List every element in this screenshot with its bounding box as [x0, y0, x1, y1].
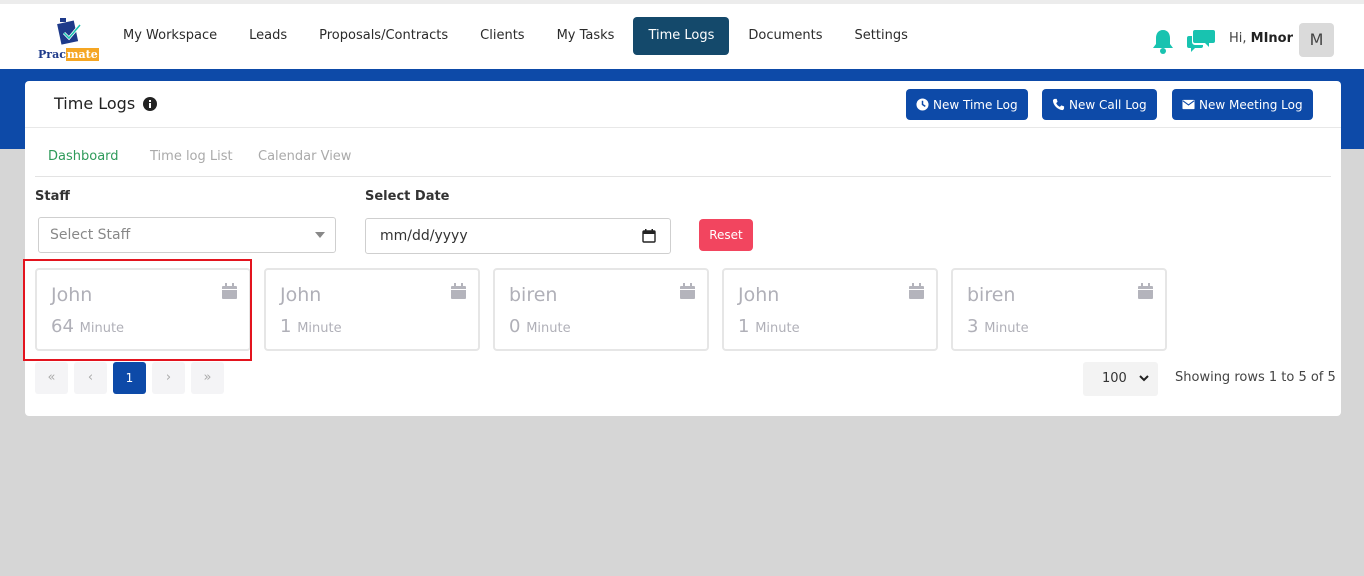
view-tabs: Dashboard Time log List Calendar View [35, 129, 1331, 177]
tab-calendar-view[interactable]: Calendar View [258, 149, 351, 164]
tile-minutes-value: 1 [280, 316, 292, 337]
avatar[interactable]: M [1299, 23, 1334, 57]
staff-time-tile[interactable]: John 1 Minute [722, 268, 938, 351]
chevron-down-icon [1139, 375, 1149, 382]
logo-wordmark: Pracmate [38, 48, 99, 61]
nav-item-leads[interactable]: Leads [236, 17, 300, 55]
tile-minutes: 1 Minute [738, 316, 800, 337]
calendar-icon [680, 283, 695, 299]
tile-minutes: 64 Minute [51, 316, 124, 337]
rows-per-page-value: 100 [1102, 371, 1127, 386]
staff-time-tile[interactable]: biren 3 Minute [951, 268, 1167, 351]
pagination-summary: Showing rows 1 to 5 of 5 [1175, 370, 1336, 385]
phone-icon [1052, 98, 1065, 111]
tile-staff-name: biren [509, 284, 558, 306]
nav-item-my-tasks[interactable]: My Tasks [544, 17, 628, 55]
bell-icon[interactable] [1151, 28, 1175, 54]
tile-minutes-value: 3 [967, 316, 979, 337]
staff-time-tile[interactable]: John 64 Minute [35, 268, 251, 351]
staff-label: Staff [35, 189, 70, 204]
calendar-icon [1138, 283, 1153, 299]
tab-dashboard[interactable]: Dashboard [48, 149, 119, 164]
staff-time-tile[interactable]: John 1 Minute [264, 268, 480, 351]
tile-minutes-value: 64 [51, 316, 74, 337]
tile-minutes-unit: Minute [984, 321, 1029, 336]
calendar-icon[interactable] [642, 229, 656, 243]
main-nav: My Workspace Leads Proposals/Contracts C… [110, 17, 927, 55]
last-page-button[interactable]: » [191, 362, 224, 394]
page-button-1[interactable]: 1 [113, 362, 146, 394]
staff-select-placeholder: Select Staff [50, 227, 131, 243]
new-call-log-label: New Call Log [1069, 97, 1147, 112]
top-navbar: Pracmate My Workspace Leads Proposals/Co… [0, 0, 1364, 69]
next-page-button[interactable]: › [152, 362, 185, 394]
calendar-icon [451, 283, 466, 299]
tile-minutes-unit: Minute [79, 321, 125, 336]
tab-time-log-list[interactable]: Time log List [150, 149, 233, 164]
new-call-log-button[interactable]: New Call Log [1042, 89, 1157, 120]
logo-word-part1: Prac [38, 48, 66, 61]
new-time-log-label: New Time Log [933, 97, 1018, 112]
new-meeting-log-button[interactable]: New Meeting Log [1172, 89, 1313, 120]
new-time-log-button[interactable]: New Time Log [906, 89, 1028, 120]
pracmate-logo[interactable]: Pracmate [38, 18, 102, 66]
tile-minutes: 1 Minute [280, 316, 342, 337]
date-input-placeholder: mm/dd/yyyy [380, 228, 468, 244]
reset-button[interactable]: Reset [699, 219, 753, 251]
staff-select[interactable]: Select Staff [38, 217, 336, 253]
date-input[interactable]: mm/dd/yyyy [365, 218, 671, 254]
info-icon[interactable] [143, 97, 157, 111]
tile-minutes-unit: Minute [755, 321, 800, 336]
tile-minutes: 3 Minute [967, 316, 1029, 337]
chevron-down-icon [315, 232, 325, 238]
card-header: Time Logs New Time Log New Call Log New … [25, 81, 1341, 128]
nav-item-time-logs[interactable]: Time Logs [633, 17, 730, 55]
greeting-prefix: Hi, [1229, 31, 1251, 46]
logo-word-part2: mate [65, 48, 99, 61]
chat-icon[interactable] [1187, 29, 1215, 53]
calendar-icon [222, 283, 237, 299]
nav-item-settings[interactable]: Settings [842, 17, 921, 55]
date-label: Select Date [365, 189, 450, 204]
tile-staff-name: John [280, 284, 322, 306]
first-page-button[interactable]: « [35, 362, 68, 394]
new-meeting-log-label: New Meeting Log [1199, 97, 1303, 112]
tile-staff-name: John [738, 284, 780, 306]
user-name: MInor [1250, 31, 1294, 46]
rows-per-page-select[interactable]: 100 [1083, 362, 1158, 396]
time-logs-card: Time Logs New Time Log New Call Log New … [23, 81, 1341, 416]
nav-item-documents[interactable]: Documents [735, 17, 835, 55]
tile-minutes-unit: Minute [297, 321, 342, 336]
prev-page-button[interactable]: ‹ [74, 362, 107, 394]
tile-minutes-unit: Minute [526, 321, 571, 336]
nav-item-my-workspace[interactable]: My Workspace [110, 17, 230, 55]
staff-time-tile[interactable]: biren 0 Minute [493, 268, 709, 351]
tile-minutes-value: 0 [509, 316, 521, 337]
clock-icon [916, 98, 929, 111]
tile-minutes: 0 Minute [509, 316, 571, 337]
nav-item-clients[interactable]: Clients [467, 17, 537, 55]
logo-icon [57, 18, 82, 45]
user-greeting: Hi, MInor [1229, 31, 1293, 46]
tile-staff-name: John [51, 284, 93, 306]
calendar-icon [909, 283, 924, 299]
nav-item-proposals-contracts[interactable]: Proposals/Contracts [306, 17, 461, 55]
page-title: Time Logs [54, 94, 136, 113]
tile-staff-name: biren [967, 284, 1016, 306]
tile-minutes-value: 1 [738, 316, 750, 337]
envelope-icon [1182, 99, 1195, 110]
